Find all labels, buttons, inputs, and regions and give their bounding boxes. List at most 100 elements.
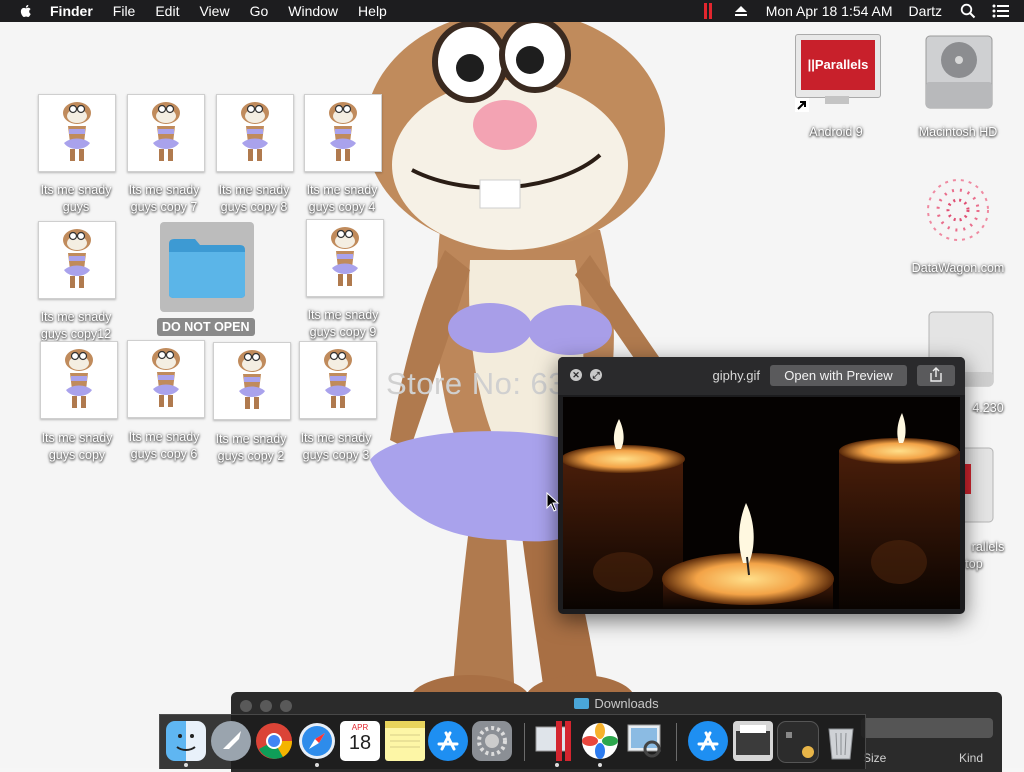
desktop-file-its-me-snady-guys-copy-7[interactable]: [127, 94, 205, 172]
desktop-file-its-me-snady-guys-copy[interactable]: [40, 341, 118, 419]
desktop-file-its-me-snady-guys-copy-8[interactable]: [216, 94, 294, 172]
dock-app-store-folder[interactable]: [688, 721, 728, 761]
dock-preview[interactable]: [624, 721, 664, 761]
column-header-size[interactable]: Size: [863, 751, 886, 765]
dock-photos[interactable]: [580, 721, 620, 761]
share-icon: [930, 367, 942, 382]
trash-icon: [828, 728, 854, 760]
parallels-icon: [535, 721, 571, 761]
notification-center-icon[interactable]: [992, 4, 1010, 18]
menu-file[interactable]: File: [103, 0, 146, 22]
menu-window[interactable]: Window: [278, 0, 348, 22]
quick-look-filename: giphy.gif: [712, 368, 760, 383]
app-store-icon: [437, 731, 459, 751]
dock-app-store[interactable]: [428, 721, 468, 761]
menu-edit[interactable]: Edit: [145, 0, 189, 22]
eject-icon[interactable]: [734, 5, 748, 17]
desktop-file-label: Its me snady guys copy 3: [300, 431, 372, 462]
dock-separator: [524, 723, 525, 761]
desktop-file-its-me-snady-guys-copy-4[interactable]: [304, 94, 382, 172]
desktop-item-label: Android 9: [809, 125, 863, 139]
downloads-search-field[interactable]: [861, 718, 993, 738]
gif-preview-image: [563, 397, 960, 609]
desktop-file-label: Its me snady guys copy 8: [218, 183, 290, 214]
quick-look-toolbar: ✕ ⤢ giphy.gif Open with Preview: [558, 357, 965, 395]
finder-icon: [176, 734, 196, 751]
folder-icon[interactable]: [167, 236, 247, 300]
desktop-item-android-9[interactable]: ||Parallels: [795, 34, 881, 112]
menu-help[interactable]: Help: [348, 0, 397, 22]
running-indicator: [598, 763, 602, 767]
compass-icon: [299, 723, 335, 759]
desktop-file-its-me-snady-guys-copy-6[interactable]: [127, 340, 205, 418]
desktop-file-label: Its me snady guys copy 6: [128, 430, 200, 461]
running-indicator: [184, 763, 188, 767]
app-store-icon: [697, 731, 719, 751]
desktop-file-its-me-snady-guys-copy-2[interactable]: [213, 342, 291, 420]
datawagon-icon[interactable]: [922, 174, 994, 246]
menu-clock[interactable]: Mon Apr 18 1:54 AM: [758, 0, 901, 22]
chrome-icon: [256, 723, 293, 759]
desktop-item-label: DataWagon.com: [911, 261, 1005, 275]
dock-launchpad[interactable]: [211, 721, 251, 761]
menu-go[interactable]: Go: [240, 0, 279, 22]
menu-bar: Finder File Edit View Go Window Help Mon…: [0, 0, 1024, 22]
menu-view[interactable]: View: [189, 0, 239, 22]
dock-system-preferences[interactable]: [472, 721, 512, 761]
share-button[interactable]: [917, 365, 955, 386]
quick-look-window: ✕ ⤢ giphy.gif Open with Preview: [558, 357, 965, 614]
downloads-folder-icon: [574, 698, 590, 709]
desktop-file-label: Its me snady guys copy 2: [215, 432, 287, 463]
dock-notes[interactable]: [385, 721, 425, 761]
dock-stack-apps[interactable]: [777, 721, 819, 763]
column-header-kind[interactable]: Kind: [959, 751, 983, 765]
dock-trash[interactable]: [821, 721, 861, 761]
desktop-file-its-me-snady-guys-copy12[interactable]: [38, 221, 116, 299]
parallels-status-icon[interactable]: [703, 3, 714, 19]
running-indicator: [315, 763, 319, 767]
dock-chrome[interactable]: [254, 721, 294, 761]
downloads-title: Downloads: [594, 696, 659, 711]
alias-arrow-icon: [795, 98, 809, 112]
downloads-title-bar: Downloads: [231, 696, 1002, 711]
gear-icon: [477, 726, 507, 756]
dock-safari[interactable]: [297, 721, 337, 761]
desktop-file-label: Its me snady guys: [40, 183, 112, 214]
menu-user[interactable]: Dartz: [901, 0, 950, 22]
dock-finder[interactable]: [166, 721, 206, 761]
desktop-file-its-me-snady-guys-copy-9[interactable]: [306, 219, 384, 297]
stack-folder-icon: [736, 725, 770, 755]
hard-drive-icon[interactable]: [922, 34, 996, 112]
photos-icon: [582, 723, 618, 759]
desktop-file-label: Its me snady guys copy 9: [307, 308, 379, 339]
desktop-file-label: Its me snady guys copy: [41, 431, 113, 462]
running-indicator: [555, 763, 559, 767]
desktop-file-label: Its me snady guys copy12: [40, 310, 112, 341]
parallels-logo: ||Parallels: [801, 40, 875, 90]
desktop-file-its-me-snady-guys[interactable]: [38, 94, 116, 172]
fullscreen-icon[interactable]: ⤢: [590, 369, 602, 381]
calendar-month: APR: [351, 723, 369, 732]
notes-icon: [385, 721, 425, 748]
open-with-preview-button[interactable]: Open with Preview: [770, 365, 907, 386]
apple-menu-icon[interactable]: [18, 3, 34, 19]
dock: APR 18: [159, 714, 866, 769]
calendar-day: 18: [348, 732, 372, 754]
desktop-file-its-me-snady-guys-copy-3[interactable]: [299, 341, 377, 419]
dock-parallels-desktop[interactable]: [534, 721, 574, 761]
preview-icon: [627, 724, 661, 758]
monitor-stand: [825, 96, 849, 104]
mouse-cursor-icon: [546, 492, 560, 512]
desktop-folder-label: DO NOT OPEN: [157, 318, 255, 336]
desktop-file-label: Its me snady guys copy 4: [306, 183, 378, 214]
dock-separator: [676, 723, 677, 761]
parallels-vm-icon: ||Parallels: [795, 34, 881, 98]
rocket-icon: [223, 731, 241, 749]
close-icon[interactable]: ✕: [570, 369, 582, 381]
dock-calendar[interactable]: APR 18: [340, 721, 380, 761]
desktop-item-label: Macintosh HD: [918, 125, 998, 139]
app-menu-finder[interactable]: Finder: [40, 0, 103, 22]
spotlight-search-icon[interactable]: [960, 3, 976, 19]
apps-stack-icon: [786, 732, 814, 758]
dock-downloads-stack[interactable]: [733, 721, 773, 761]
